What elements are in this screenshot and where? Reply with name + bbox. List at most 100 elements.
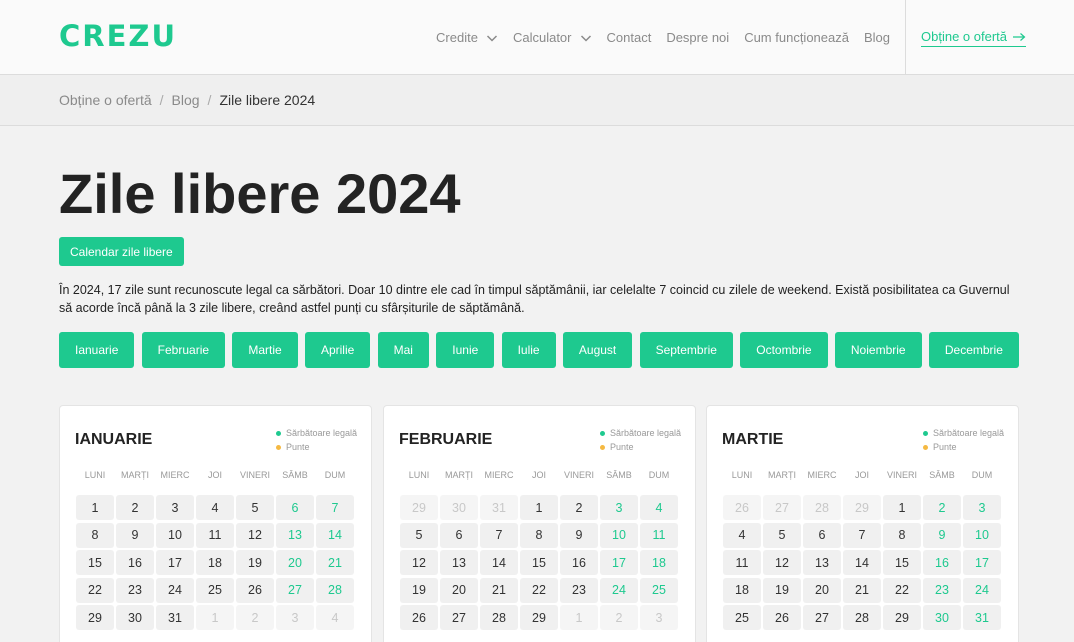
day-cell[interactable]: 8 [520, 522, 558, 548]
day-cell[interactable]: 16 [560, 550, 598, 575]
day-cell[interactable]: 13 [276, 522, 314, 548]
nav-item-cum-functioneaza[interactable]: Cum funcționează [744, 30, 849, 45]
calendar-button[interactable]: Calendar zile libere [59, 237, 184, 266]
day-cell[interactable]: 24 [963, 577, 1001, 603]
month-button-mai[interactable]: Mai [377, 332, 429, 368]
day-cell[interactable]: 21 [843, 577, 881, 603]
day-cell[interactable]: 16 [923, 550, 961, 575]
day-cell[interactable]: 1 [76, 495, 114, 520]
day-cell[interactable]: 17 [156, 550, 194, 575]
day-cell[interactable]: 18 [196, 550, 234, 575]
day-cell[interactable]: 15 [520, 550, 558, 575]
nav-item-calculator[interactable]: Calculator [513, 30, 592, 45]
day-cell[interactable]: 19 [236, 550, 274, 575]
month-button-iunie[interactable]: Iunie [436, 332, 495, 368]
month-button-decembrie[interactable]: Decembrie [928, 332, 1019, 368]
day-cell[interactable]: 19 [763, 577, 801, 603]
day-cell[interactable]: 21 [480, 577, 518, 603]
day-cell[interactable]: 11 [196, 522, 234, 548]
day-cell[interactable]: 21 [316, 550, 354, 575]
day-cell[interactable]: 3 [600, 495, 638, 520]
day-cell[interactable]: 25 [640, 577, 678, 603]
day-cell[interactable]: 1 [883, 495, 921, 520]
day-cell[interactable]: 6 [803, 522, 841, 548]
day-cell[interactable]: 3 [156, 495, 194, 520]
day-cell[interactable]: 6 [440, 522, 478, 548]
day-cell[interactable]: 19 [400, 577, 438, 603]
day-cell[interactable]: 23 [116, 577, 154, 603]
day-cell[interactable]: 26 [763, 605, 801, 630]
day-cell[interactable]: 22 [76, 577, 114, 603]
day-cell[interactable]: 31 [963, 605, 1001, 630]
month-button-aprilie[interactable]: Aprilie [304, 332, 371, 368]
day-cell[interactable]: 18 [640, 550, 678, 575]
nav-item-contact[interactable]: Contact [607, 30, 652, 45]
day-cell[interactable]: 26 [400, 605, 438, 630]
month-button-octombrie[interactable]: Octombrie [740, 332, 828, 368]
day-cell[interactable]: 2 [116, 495, 154, 520]
day-cell[interactable]: 24 [600, 577, 638, 603]
month-button-noiembrie[interactable]: Noiembrie [834, 332, 922, 368]
day-cell[interactable]: 20 [276, 550, 314, 575]
day-cell[interactable]: 15 [76, 550, 114, 575]
day-cell[interactable]: 1 [520, 495, 558, 520]
day-cell[interactable]: 9 [560, 522, 598, 548]
nav-item-despre-noi[interactable]: Despre noi [666, 30, 729, 45]
day-cell[interactable]: 14 [843, 550, 881, 575]
day-cell[interactable]: 20 [440, 577, 478, 603]
month-button-septembrie[interactable]: Septembrie [639, 332, 733, 368]
nav-item-blog[interactable]: Blog [864, 30, 890, 45]
day-cell[interactable]: 29 [520, 605, 558, 630]
day-cell[interactable]: 28 [316, 577, 354, 603]
day-cell[interactable]: 29 [883, 605, 921, 630]
day-cell[interactable]: 25 [723, 605, 761, 630]
day-cell[interactable]: 7 [480, 522, 518, 548]
day-cell[interactable]: 8 [76, 522, 114, 548]
breadcrumb-item-offer[interactable]: Obține o ofertă [59, 92, 152, 108]
day-cell[interactable]: 11 [640, 522, 678, 548]
day-cell[interactable]: 15 [883, 550, 921, 575]
day-cell[interactable]: 13 [440, 550, 478, 575]
month-button-martie[interactable]: Martie [232, 332, 298, 368]
day-cell[interactable]: 11 [723, 550, 761, 575]
day-cell[interactable]: 17 [963, 550, 1001, 575]
day-cell[interactable]: 12 [400, 550, 438, 575]
day-cell[interactable]: 7 [316, 495, 354, 520]
day-cell[interactable]: 20 [803, 577, 841, 603]
day-cell[interactable]: 27 [276, 577, 314, 603]
day-cell[interactable]: 6 [276, 495, 314, 520]
day-cell[interactable]: 5 [236, 495, 274, 520]
day-cell[interactable]: 3 [963, 495, 1001, 520]
day-cell[interactable]: 2 [560, 495, 598, 520]
day-cell[interactable]: 31 [156, 605, 194, 630]
day-cell[interactable]: 27 [440, 605, 478, 630]
day-cell[interactable]: 2 [923, 495, 961, 520]
day-cell[interactable]: 8 [883, 522, 921, 548]
day-cell[interactable]: 23 [560, 577, 598, 603]
day-cell[interactable]: 5 [400, 522, 438, 548]
day-cell[interactable]: 30 [116, 605, 154, 630]
month-button-ianuarie[interactable]: Ianuarie [59, 332, 135, 368]
day-cell[interactable]: 4 [723, 522, 761, 548]
day-cell[interactable]: 9 [923, 522, 961, 548]
day-cell[interactable]: 27 [803, 605, 841, 630]
day-cell[interactable]: 9 [116, 522, 154, 548]
day-cell[interactable]: 18 [723, 577, 761, 603]
get-offer-link[interactable]: Obține o ofertă [921, 29, 1026, 47]
day-cell[interactable]: 16 [116, 550, 154, 575]
day-cell[interactable]: 13 [803, 550, 841, 575]
day-cell[interactable]: 10 [963, 522, 1001, 548]
day-cell[interactable]: 30 [923, 605, 961, 630]
month-button-august[interactable]: August [562, 332, 633, 368]
day-cell[interactable]: 22 [520, 577, 558, 603]
day-cell[interactable]: 28 [480, 605, 518, 630]
day-cell[interactable]: 29 [76, 605, 114, 630]
day-cell[interactable]: 10 [600, 522, 638, 548]
day-cell[interactable]: 4 [640, 495, 678, 520]
breadcrumb-item-blog[interactable]: Blog [172, 92, 200, 108]
day-cell[interactable]: 14 [480, 550, 518, 575]
day-cell[interactable]: 12 [763, 550, 801, 575]
day-cell[interactable]: 7 [843, 522, 881, 548]
logo[interactable]: CREZU [59, 21, 177, 51]
day-cell[interactable]: 12 [236, 522, 274, 548]
